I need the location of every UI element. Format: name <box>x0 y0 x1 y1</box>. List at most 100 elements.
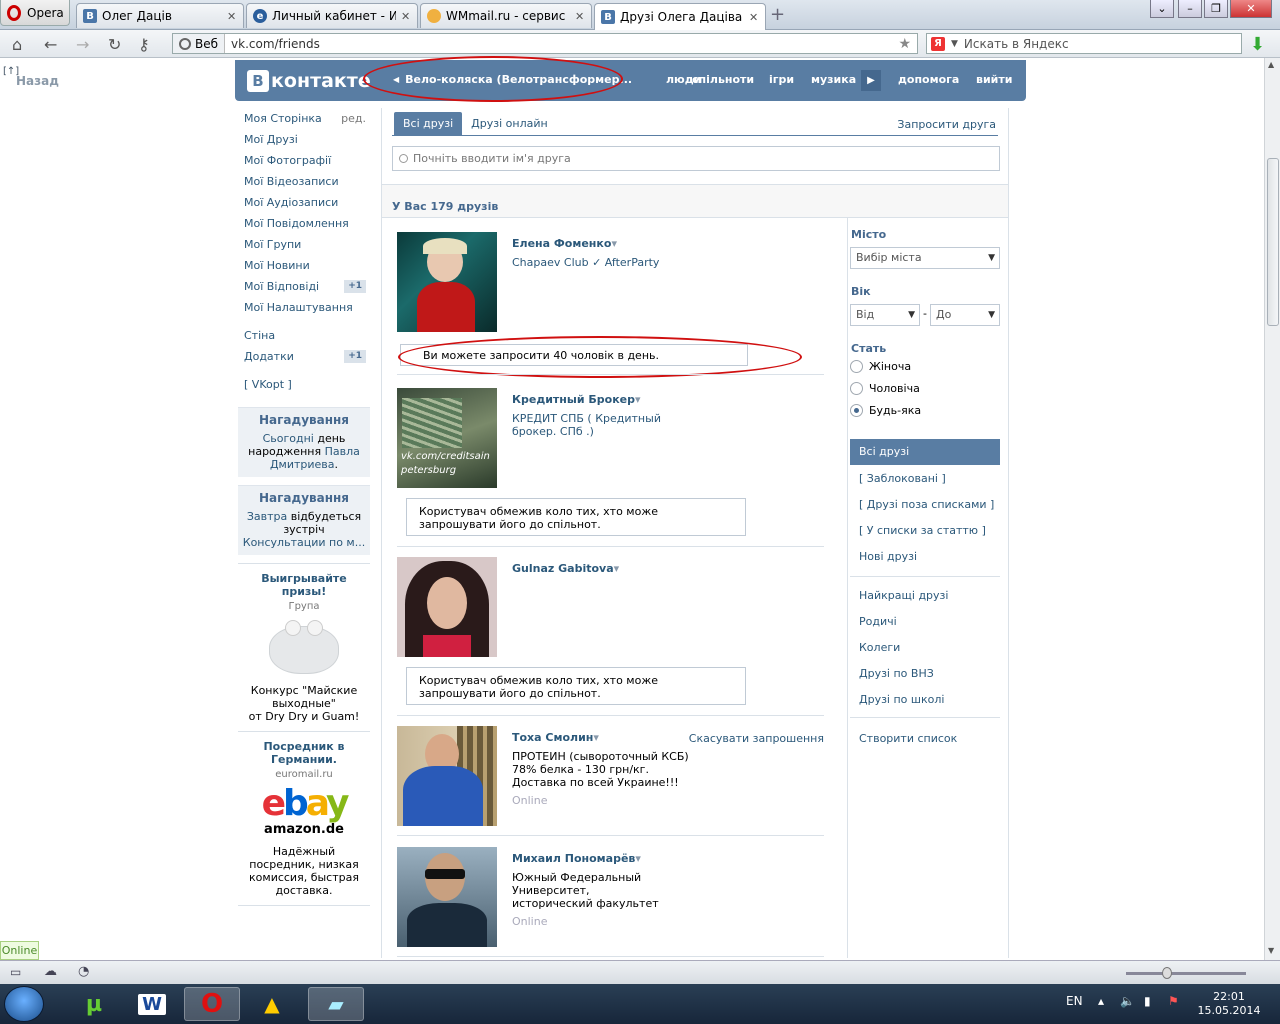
aimp-icon[interactable]: ▲ <box>244 987 300 1021</box>
list-blocked[interactable]: [ Заблоковані ] <box>859 472 946 485</box>
age-from-select[interactable]: Від ▼ <box>850 304 920 326</box>
friend-name-link[interactable]: Кредитный Брокер▾ <box>512 393 641 406</box>
menu-vkopt[interactable]: [ VKopt ] <box>238 374 370 395</box>
radio-female[interactable]: Жіноча <box>850 360 911 373</box>
opera-taskbar-icon[interactable]: O <box>184 987 240 1021</box>
new-tab-icon[interactable]: + <box>770 4 785 25</box>
menu-my-messages[interactable]: Мої Повідомлення <box>238 213 370 234</box>
list-school[interactable]: Друзі по школі <box>859 693 944 706</box>
menu-my-photos[interactable]: Мої Фотографії <box>238 150 370 171</box>
bookmark-star-icon[interactable]: ★ <box>898 36 917 52</box>
close-tab-icon[interactable]: ✕ <box>575 10 585 23</box>
menu-my-groups[interactable]: Мої Групи <box>238 234 370 255</box>
chevron-down-icon[interactable]: ▼ <box>951 39 958 49</box>
language-indicator[interactable]: EN <box>1066 994 1083 1008</box>
list-colleagues[interactable]: Колеги <box>859 641 900 654</box>
reminder-event-link[interactable]: Консультации по м... <box>243 536 365 549</box>
download-icon[interactable]: ⬇ <box>1250 34 1265 55</box>
system-clock[interactable]: 22:01 15.05.2014 <box>1196 990 1262 1018</box>
back-link[interactable]: Назад <box>16 74 59 88</box>
nav-logout[interactable]: вийти <box>976 73 1012 86</box>
opera-menu-button[interactable]: Opera <box>0 0 70 26</box>
tab-friends-online[interactable]: Друзі онлайн <box>462 112 557 135</box>
menu-my-friends[interactable]: Мої Друзі <box>238 129 370 150</box>
tray-arrow-icon[interactable]: ▴ <box>1098 994 1104 1008</box>
web-badge[interactable]: Веб <box>173 34 226 53</box>
chevron-down-icon[interactable]: ▾ <box>635 852 641 865</box>
volume-icon[interactable]: 🔈 <box>1120 994 1135 1008</box>
friend-name-link[interactable]: Тоха Смолин▾ <box>512 731 599 744</box>
reminder-link[interactable]: Завтра <box>247 510 287 523</box>
friend-info[interactable]: Chapaev Club ✓ AfterParty <box>512 256 712 269</box>
zoom-slider-handle[interactable] <box>1162 967 1172 979</box>
friend-avatar[interactable] <box>397 726 497 826</box>
menu-my-answers[interactable]: Мої Відповіді +1 <box>238 276 370 297</box>
home-icon[interactable]: ⌂ <box>12 35 22 54</box>
forward-arrow-icon[interactable]: → <box>76 35 89 54</box>
menu-my-videos[interactable]: Мої Відеозаписи <box>238 171 370 192</box>
nav-more-arrow-icon[interactable]: ▶ <box>861 70 881 91</box>
list-best-friends[interactable]: Найкращі друзі <box>859 589 948 602</box>
browser-tab-2[interactable]: e Личный кабинет - Ис... ✕ <box>246 3 418 28</box>
close-tab-icon[interactable]: ✕ <box>401 10 411 23</box>
windows-start-button[interactable] <box>4 986 44 1022</box>
friend-name-link[interactable]: Елена Фоменко▾ <box>512 237 617 250</box>
menu-wall[interactable]: Стіна <box>238 325 370 346</box>
close-tab-icon[interactable]: ✕ <box>227 10 237 23</box>
city-select[interactable]: Вибір міста ▼ <box>850 247 1000 269</box>
friend-name-link[interactable]: Михаил Пономарёв▾ <box>512 852 641 865</box>
amazon-logo[interactable]: amazon.de <box>242 822 366 837</box>
list-new-friends[interactable]: Нові друзі <box>859 550 917 563</box>
list-all-friends[interactable]: Всі друзі <box>850 439 1000 465</box>
list-relatives[interactable]: Родичі <box>859 615 897 628</box>
frog-toy-image[interactable] <box>259 618 349 678</box>
nav-help[interactable]: допомога <box>898 73 959 86</box>
network-icon[interactable]: ▮ <box>1144 994 1151 1008</box>
scroll-up-icon[interactable]: ▲ <box>1268 60 1274 69</box>
browser-tab-4-active[interactable]: В Друзі Олега Даціва | 1... ✕ <box>594 3 766 30</box>
word-icon[interactable]: W <box>124 987 180 1021</box>
reload-icon[interactable]: ↻ <box>108 35 121 54</box>
browser-tab-1[interactable]: В Олег Даців ✕ <box>76 3 244 28</box>
create-list-link[interactable]: Створити список <box>859 732 957 745</box>
key-icon[interactable]: ⚷ <box>138 35 150 54</box>
minimize-icon[interactable]: – <box>1178 0 1202 18</box>
invite-friend-link[interactable]: Запросити друга <box>897 118 996 131</box>
friend-avatar[interactable]: vk.com/creditsain petersburg <box>397 388 497 488</box>
friend-search-input[interactable]: Почніть вводити ім'я друга <box>392 146 1000 171</box>
chevron-down-icon[interactable]: ▾ <box>593 731 599 744</box>
ad-title[interactable]: Выигрывайте призы! <box>242 572 366 598</box>
friend-name-link[interactable]: Gulnaz Gabitova▾ <box>512 562 619 575</box>
page-scrollbar[interactable]: ▲ ▼ <box>1264 58 1280 960</box>
cloud-icon[interactable]: ☁ <box>44 964 57 979</box>
list-by-sex[interactable]: [ У списки за статтю ] <box>859 524 986 537</box>
search-field[interactable]: Я ▼ Искать в Яндекс <box>926 33 1242 54</box>
close-tab-icon[interactable]: ✕ <box>749 11 759 24</box>
menu-my-page[interactable]: Моя Сторінка ред. <box>238 108 370 129</box>
scrollbar-thumb[interactable] <box>1267 158 1279 326</box>
menu-my-settings[interactable]: Мої Налаштування <box>238 297 370 318</box>
tab-all-friends[interactable]: Всі друзі <box>394 112 463 135</box>
scroll-down-icon[interactable]: ▼ <box>1268 946 1274 955</box>
panel-icon[interactable]: ▭ <box>10 965 21 979</box>
menu-my-audio[interactable]: Мої Аудіозаписи <box>238 192 370 213</box>
list-university[interactable]: Друзі по ВНЗ <box>859 667 934 680</box>
browser-tab-3[interactable]: WMmail.ru - сервис п... ✕ <box>420 3 592 28</box>
reminder-link[interactable]: Сьогодні <box>263 432 314 445</box>
ebay-logo[interactable]: ebay <box>242 786 366 822</box>
chevron-down-icon[interactable]: ▾ <box>611 237 617 250</box>
friend-avatar[interactable] <box>397 557 497 657</box>
list-outside-lists[interactable]: [ Друзі поза списками ] <box>859 498 994 511</box>
speed-dial-icon[interactable]: ◔ <box>78 964 89 979</box>
menu-my-news[interactable]: Мої Новини <box>238 255 370 276</box>
friend-info[interactable]: КРЕДИТ СПБ ( Кредитный брокер. СПб .) <box>512 412 692 438</box>
tab-list-icon[interactable]: ⌄ <box>1150 0 1174 18</box>
friend-avatar[interactable] <box>397 232 497 332</box>
window-app-icon[interactable]: ▰ <box>308 987 364 1021</box>
flag-icon[interactable]: ⚑ <box>1168 994 1179 1008</box>
ad-title[interactable]: Посредник в Германии. <box>242 740 366 766</box>
utorrent-icon[interactable]: µ <box>66 987 122 1021</box>
nav-music[interactable]: музика <box>811 73 856 86</box>
radio-any[interactable]: Будь-яка <box>850 404 921 417</box>
url-field[interactable]: Веб vk.com/friends ★ <box>172 33 918 54</box>
